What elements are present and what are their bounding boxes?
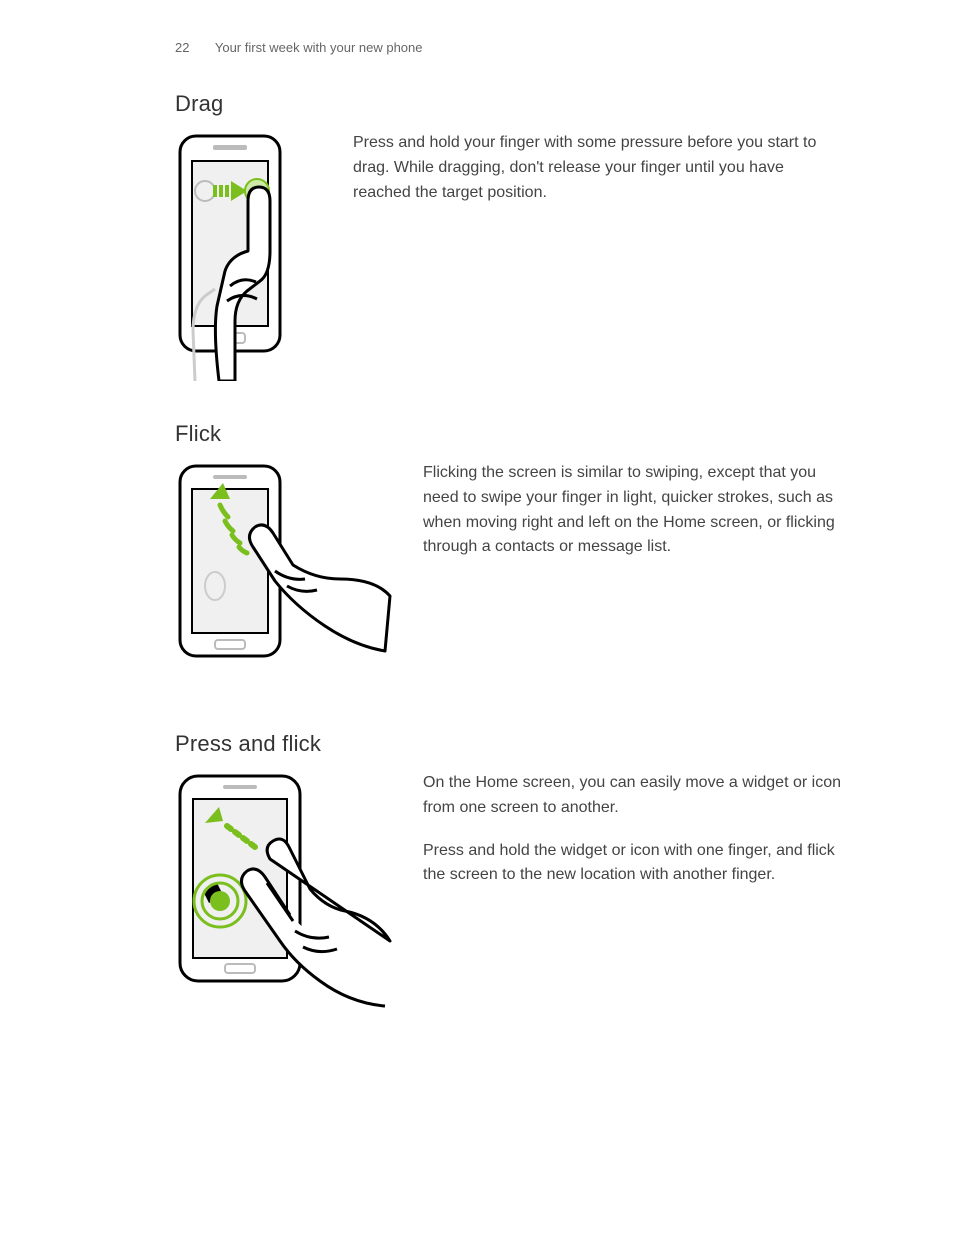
section-description: Flicking the screen is similar to swipin… [423,461,844,578]
section-title: Drag [175,91,844,117]
page-number: 22 [175,40,189,55]
section-press-and-flick: Press and flick [175,731,844,1031]
paragraph: On the Home screen, you can easily move … [423,771,844,821]
section-description: On the Home screen, you can easily move … [423,771,844,906]
flick-gesture-icon [175,461,395,691]
press-and-flick-gesture-icon [175,771,395,1031]
paragraph: Press and hold the widget or icon with o… [423,839,844,889]
chapter-title: Your first week with your new phone [215,40,423,55]
drag-gesture-icon [175,131,325,381]
section-drag: Drag [175,91,844,381]
paragraph: Flicking the screen is similar to swipin… [423,461,844,560]
section-flick: Flick [175,421,844,691]
page-header: 22 Your first week with your new phone [175,40,844,55]
section-description: Press and hold your finger with some pre… [353,131,844,223]
section-title: Flick [175,421,844,447]
section-title: Press and flick [175,731,844,757]
manual-page: 22 Your first week with your new phone D… [0,0,954,1235]
paragraph: Press and hold your finger with some pre… [353,131,844,205]
